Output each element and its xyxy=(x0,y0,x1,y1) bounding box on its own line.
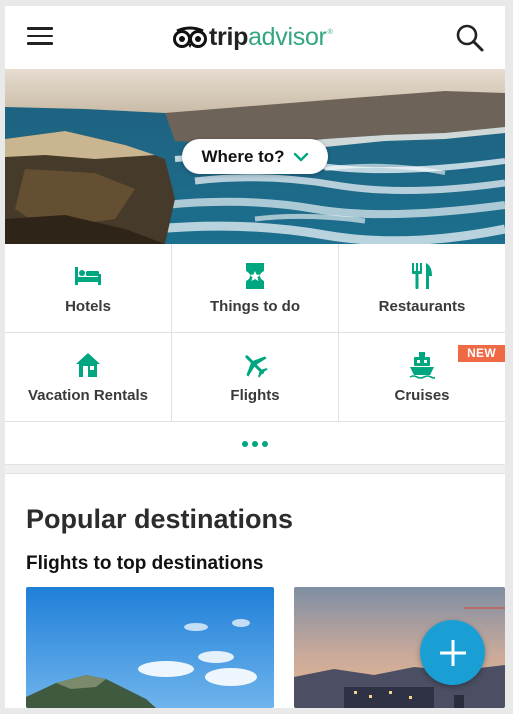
destination-photo-mountain xyxy=(26,587,274,708)
bed-icon xyxy=(74,262,102,290)
category-label: Cruises xyxy=(394,387,450,404)
top-header: trip advisor ® xyxy=(5,6,505,69)
more-dot-icon xyxy=(242,441,248,447)
app-frame: trip advisor ® Where to? Hotels Things t… xyxy=(5,6,505,708)
category-vacation-rentals[interactable]: Vacation Rentals xyxy=(5,333,172,422)
section-divider xyxy=(5,464,505,474)
new-badge: NEW xyxy=(458,345,505,362)
category-hotels[interactable]: Hotels xyxy=(5,244,172,333)
hero-image: Where to? xyxy=(5,69,505,244)
add-fab-button[interactable] xyxy=(420,620,485,685)
category-cruises[interactable]: NEW Cruises xyxy=(339,333,505,422)
fork-knife-icon xyxy=(408,262,436,290)
category-label: Flights xyxy=(230,387,280,404)
ship-icon xyxy=(408,351,436,379)
logo-text-advisor: advisor xyxy=(248,22,327,51)
category-grid: Hotels Things to do Restaurants Vacation… xyxy=(5,244,505,424)
owl-logo-icon xyxy=(173,26,207,48)
more-dot-icon xyxy=(252,441,258,447)
where-to-button[interactable]: Where to? xyxy=(182,139,328,174)
logo-registered-mark: ® xyxy=(327,28,333,36)
where-to-label: Where to? xyxy=(201,146,285,166)
category-label: Hotels xyxy=(65,298,111,315)
category-restaurants[interactable]: Restaurants xyxy=(339,244,505,333)
chevron-down-icon xyxy=(293,152,308,161)
menu-icon[interactable] xyxy=(27,27,53,45)
category-things-to-do[interactable]: Things to do xyxy=(172,244,339,333)
plane-icon xyxy=(241,351,269,379)
search-icon[interactable] xyxy=(454,22,486,54)
category-label: Vacation Rentals xyxy=(27,387,149,404)
popular-destinations-title: Popular destinations xyxy=(26,504,294,534)
category-label: Things to do xyxy=(210,298,300,315)
plus-icon xyxy=(439,639,466,666)
more-dot-icon xyxy=(262,441,268,447)
flights-subtitle: Flights to top destinations xyxy=(26,553,264,574)
more-categories-button[interactable] xyxy=(5,424,505,464)
category-label: Restaurants xyxy=(378,298,466,315)
destination-card[interactable] xyxy=(26,587,274,708)
tripadvisor-logo[interactable]: trip advisor ® xyxy=(173,20,333,54)
logo-text-trip: trip xyxy=(209,22,249,51)
house-icon xyxy=(74,351,102,379)
category-flights[interactable]: Flights xyxy=(172,333,339,422)
ticket-icon xyxy=(241,262,269,290)
